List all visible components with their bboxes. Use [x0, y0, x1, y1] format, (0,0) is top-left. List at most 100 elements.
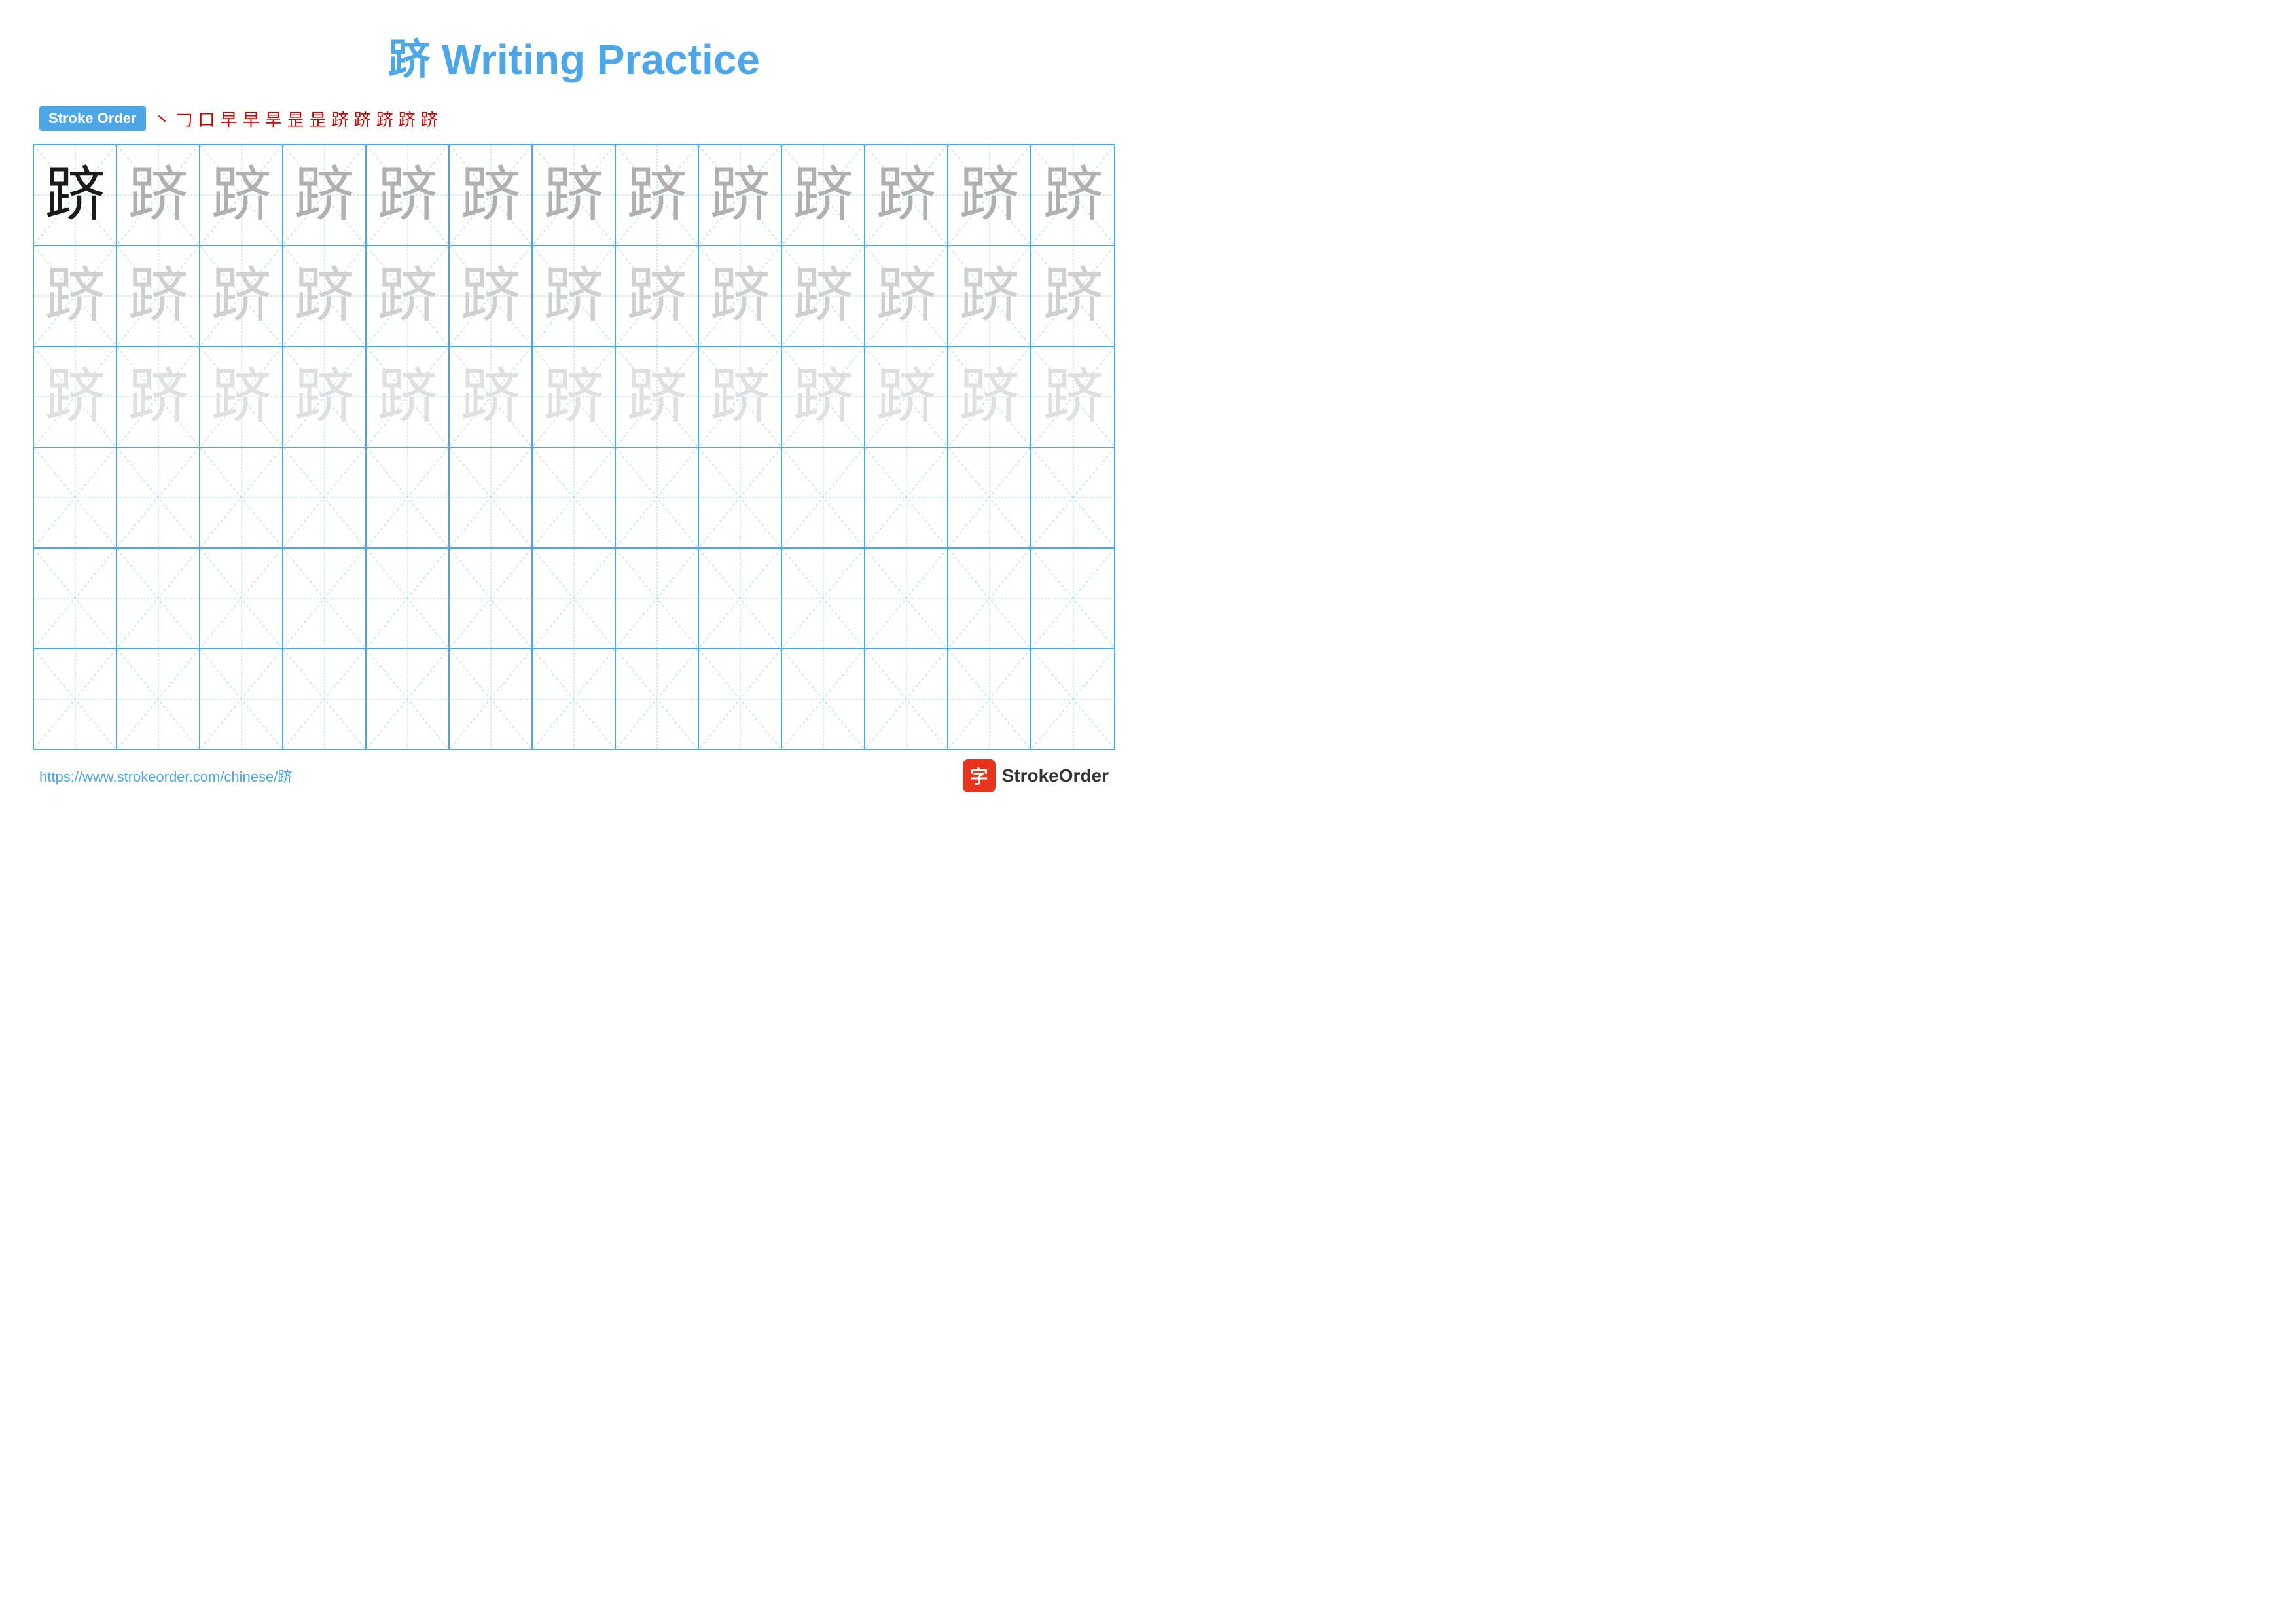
cell-char-1-0: 跻: [45, 266, 105, 326]
grid-cell-1-12[interactable]: 跻: [1031, 246, 1115, 346]
grid-cell-3-1[interactable]: [117, 448, 200, 547]
grid-cell-5-10[interactable]: [865, 649, 948, 749]
grid-cell-4-7[interactable]: [616, 549, 699, 648]
grid-cell-3-11[interactable]: [948, 448, 1031, 547]
footer: https://www.strokeorder.com/chinese/跻 字 …: [39, 759, 1109, 792]
grid-cell-4-5[interactable]: [450, 549, 533, 648]
grid-cell-4-12[interactable]: [1031, 549, 1115, 648]
grid-cell-2-8[interactable]: 跻: [699, 347, 782, 447]
grid-cell-2-9[interactable]: 跻: [782, 347, 865, 447]
grid-cell-2-11[interactable]: 跻: [948, 347, 1031, 447]
stroke-chars: 丶 𠃌 口 早 早 旱 昰 昰 跻 跻 跻 跻 跻: [154, 107, 438, 131]
grid-cell-1-2[interactable]: 跻: [200, 246, 283, 346]
grid-cell-3-3[interactable]: [283, 448, 367, 547]
stroke-2: 𠃌: [176, 107, 193, 131]
grid-cell-5-8[interactable]: [699, 649, 782, 749]
grid-cell-3-8[interactable]: [699, 448, 782, 547]
grid-cell-0-3[interactable]: 跻: [283, 145, 367, 245]
grid-cell-1-4[interactable]: 跻: [367, 246, 450, 346]
grid-cell-3-10[interactable]: [865, 448, 948, 547]
grid-cell-4-10[interactable]: [865, 549, 948, 648]
grid-cell-2-4[interactable]: 跻: [367, 347, 450, 447]
grid-cell-0-6[interactable]: 跻: [533, 145, 616, 245]
grid-cell-2-2[interactable]: 跻: [200, 347, 283, 447]
cell-char-1-5: 跻: [460, 266, 520, 326]
grid-cell-0-9[interactable]: 跻: [782, 145, 865, 245]
grid-cell-3-9[interactable]: [782, 448, 865, 547]
grid-cell-5-0[interactable]: [34, 649, 117, 749]
cell-char-2-0: 跻: [45, 367, 105, 427]
grid-cell-1-8[interactable]: 跻: [699, 246, 782, 346]
practice-grid: 跻 跻 跻 跻 跻 跻 跻 跻: [33, 144, 1115, 750]
grid-cell-0-2[interactable]: 跻: [200, 145, 283, 245]
grid-cell-0-4[interactable]: 跻: [367, 145, 450, 245]
grid-cell-2-3[interactable]: 跻: [283, 347, 367, 447]
grid-cell-1-7[interactable]: 跻: [616, 246, 699, 346]
grid-cell-2-0[interactable]: 跻: [34, 347, 117, 447]
grid-cell-2-6[interactable]: 跻: [533, 347, 616, 447]
grid-cell-5-1[interactable]: [117, 649, 200, 749]
grid-cell-1-1[interactable]: 跻: [117, 246, 200, 346]
grid-cell-5-3[interactable]: [283, 649, 367, 749]
grid-cell-4-9[interactable]: [782, 549, 865, 648]
grid-cell-5-9[interactable]: [782, 649, 865, 749]
logo-text: StrokeOrder: [1002, 765, 1109, 786]
grid-cell-1-11[interactable]: 跻: [948, 246, 1031, 346]
grid-cell-1-3[interactable]: 跻: [283, 246, 367, 346]
stroke-1: 丶: [154, 107, 171, 131]
cell-char-0-9: 跻: [793, 165, 853, 225]
grid-cell-3-7[interactable]: [616, 448, 699, 547]
grid-cell-4-1[interactable]: [117, 549, 200, 648]
cell-char-0-12: 跻: [1043, 165, 1103, 225]
grid-cell-0-12[interactable]: 跻: [1031, 145, 1115, 245]
grid-cell-2-7[interactable]: 跻: [616, 347, 699, 447]
grid-cell-4-2[interactable]: [200, 549, 283, 648]
grid-cell-4-6[interactable]: [533, 549, 616, 648]
grid-cell-4-0[interactable]: [34, 549, 117, 648]
grid-cell-4-4[interactable]: [367, 549, 450, 648]
grid-cell-5-5[interactable]: [450, 649, 533, 749]
grid-cell-3-6[interactable]: [533, 448, 616, 547]
grid-cell-2-5[interactable]: 跻: [450, 347, 533, 447]
footer-url[interactable]: https://www.strokeorder.com/chinese/跻: [39, 765, 292, 786]
cell-char-2-11: 跻: [959, 367, 1019, 427]
grid-row-5: [34, 649, 1114, 749]
grid-cell-3-2[interactable]: [200, 448, 283, 547]
grid-cell-0-8[interactable]: 跻: [699, 145, 782, 245]
grid-cell-1-5[interactable]: 跻: [450, 246, 533, 346]
grid-cell-0-7[interactable]: 跻: [616, 145, 699, 245]
grid-cell-4-3[interactable]: [283, 549, 367, 648]
grid-cell-0-11[interactable]: 跻: [948, 145, 1031, 245]
cell-char-0-6: 跻: [543, 165, 603, 225]
stroke-10: 跻: [354, 107, 371, 131]
grid-cell-1-0[interactable]: 跻: [34, 246, 117, 346]
grid-cell-0-1[interactable]: 跻: [117, 145, 200, 245]
grid-cell-5-12[interactable]: [1031, 649, 1115, 749]
grid-cell-3-0[interactable]: [34, 448, 117, 547]
grid-cell-0-5[interactable]: 跻: [450, 145, 533, 245]
grid-cell-3-12[interactable]: [1031, 448, 1115, 547]
grid-cell-4-8[interactable]: [699, 549, 782, 648]
cell-char-1-1: 跻: [128, 266, 188, 326]
grid-cell-5-6[interactable]: [533, 649, 616, 749]
grid-row-1: 跻 跻 跻 跻 跻 跻 跻 跻: [34, 246, 1114, 347]
grid-cell-2-12[interactable]: 跻: [1031, 347, 1115, 447]
grid-cell-5-11[interactable]: [948, 649, 1031, 749]
grid-cell-2-1[interactable]: 跻: [117, 347, 200, 447]
grid-cell-1-6[interactable]: 跻: [533, 246, 616, 346]
cell-char-0-7: 跻: [626, 165, 687, 225]
grid-cell-4-11[interactable]: [948, 549, 1031, 648]
grid-cell-5-4[interactable]: [367, 649, 450, 749]
grid-cell-0-10[interactable]: 跻: [865, 145, 948, 245]
grid-cell-2-10[interactable]: 跻: [865, 347, 948, 447]
grid-cell-1-10[interactable]: 跻: [865, 246, 948, 346]
cell-char-0-8: 跻: [709, 165, 770, 225]
grid-cell-3-4[interactable]: [367, 448, 450, 547]
stroke-order-badge: Stroke Order: [39, 106, 146, 131]
grid-cell-1-9[interactable]: 跻: [782, 246, 865, 346]
grid-cell-3-5[interactable]: [450, 448, 533, 547]
grid-cell-5-7[interactable]: [616, 649, 699, 749]
grid-cell-5-2[interactable]: [200, 649, 283, 749]
grid-cell-0-0[interactable]: 跻: [34, 145, 117, 245]
title-area: 跻 Writing Practice: [0, 0, 1148, 100]
